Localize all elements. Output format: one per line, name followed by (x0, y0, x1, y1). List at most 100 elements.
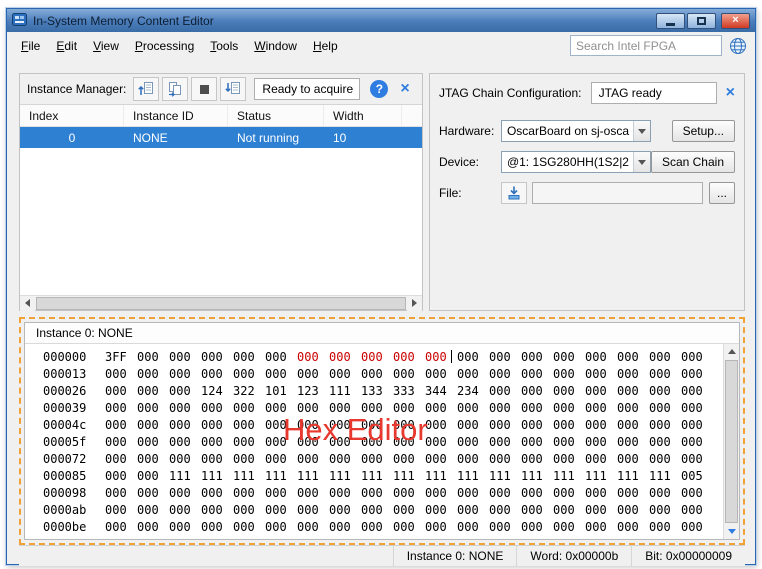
column-header-instance-id[interactable]: Instance ID (124, 105, 228, 126)
hex-word[interactable]: 000 (233, 486, 255, 500)
hex-word[interactable]: 111 (201, 469, 223, 483)
title-bar[interactable]: In-System Memory Content Editor × (7, 9, 755, 32)
hex-word[interactable]: 000 (201, 401, 223, 415)
hex-word[interactable]: 000 (201, 418, 223, 432)
hex-word[interactable]: 000 (425, 452, 447, 466)
load-file-button[interactable] (501, 182, 527, 204)
menu-item-view[interactable]: View (85, 35, 127, 57)
hex-word[interactable]: 000 (585, 503, 607, 517)
hex-word[interactable]: 111 (329, 469, 351, 483)
hex-word[interactable]: 000 (585, 401, 607, 415)
hex-word[interactable]: 000 (649, 418, 671, 432)
hex-word[interactable]: 000 (681, 367, 703, 381)
hex-word[interactable]: 000 (137, 384, 159, 398)
hex-word[interactable]: 111 (169, 469, 191, 483)
hex-editor-body[interactable]: 0000003FF0000000000000000000000000000000… (25, 344, 739, 539)
hex-word[interactable]: 000 (681, 350, 703, 364)
hex-word[interactable]: 000 (169, 384, 191, 398)
hex-word[interactable]: 000 (105, 503, 127, 517)
hex-word[interactable]: 000 (553, 384, 575, 398)
read-memory-button[interactable] (133, 77, 159, 101)
hex-word[interactable]: 000 (201, 503, 223, 517)
hex-word[interactable]: 101 (265, 384, 287, 398)
hex-word[interactable]: 000 (649, 452, 671, 466)
hex-word[interactable]: 000 (361, 350, 383, 364)
hex-word[interactable]: 000 (169, 452, 191, 466)
hex-word[interactable]: 000 (201, 452, 223, 466)
hex-word[interactable]: 000 (137, 350, 159, 364)
hex-word[interactable]: 000 (681, 503, 703, 517)
hex-word[interactable]: 000 (105, 520, 127, 534)
hex-word[interactable]: 000 (489, 452, 511, 466)
hex-word[interactable]: 000 (489, 503, 511, 517)
hex-word[interactable]: 111 (521, 469, 543, 483)
hex-word[interactable]: 123 (297, 384, 319, 398)
scroll-left-button[interactable] (20, 296, 35, 311)
hex-word[interactable]: 005 (681, 469, 703, 483)
hex-word[interactable]: 000 (681, 452, 703, 466)
hex-word[interactable]: 000 (553, 367, 575, 381)
hex-word[interactable]: 000 (105, 401, 127, 415)
hex-word[interactable]: 000 (233, 452, 255, 466)
hex-word[interactable]: 000 (265, 486, 287, 500)
hex-word[interactable]: 111 (617, 469, 639, 483)
hex-word[interactable]: 000 (105, 384, 127, 398)
hex-word[interactable]: 000 (393, 486, 415, 500)
hex-word[interactable]: 000 (521, 350, 543, 364)
hex-word[interactable]: 000 (265, 452, 287, 466)
hex-word[interactable]: 000 (425, 520, 447, 534)
hex-word[interactable]: 000 (649, 503, 671, 517)
hex-word[interactable]: 000 (521, 503, 543, 517)
browse-button[interactable]: ... (709, 182, 735, 204)
hex-word[interactable]: 000 (617, 452, 639, 466)
menu-item-processing[interactable]: Processing (127, 35, 202, 57)
hex-word[interactable]: 111 (457, 469, 479, 483)
hex-word[interactable]: 000 (457, 435, 479, 449)
hex-word[interactable]: 000 (521, 418, 543, 432)
hex-word[interactable]: 000 (649, 435, 671, 449)
menu-item-file[interactable]: File (13, 35, 48, 57)
hex-word[interactable]: 333 (393, 384, 415, 398)
hex-word[interactable]: 000 (457, 452, 479, 466)
hex-word[interactable]: 000 (265, 350, 287, 364)
hex-word[interactable]: 000 (297, 503, 319, 517)
hex-word[interactable]: 000 (265, 503, 287, 517)
hex-word[interactable]: 000 (361, 367, 383, 381)
jtag-close-button[interactable]: × (726, 85, 735, 101)
hex-word[interactable]: 000 (585, 520, 607, 534)
hex-word[interactable]: 000 (425, 486, 447, 500)
write-memory-button[interactable] (220, 77, 246, 101)
hex-word[interactable]: 000 (489, 435, 511, 449)
hex-word[interactable]: 000 (361, 452, 383, 466)
hex-word[interactable]: 000 (457, 486, 479, 500)
hex-word[interactable]: 111 (649, 469, 671, 483)
hex-word[interactable]: 000 (169, 503, 191, 517)
column-header-index[interactable]: Index (20, 105, 124, 126)
hex-word[interactable]: 000 (297, 452, 319, 466)
hex-word[interactable]: 000 (393, 350, 415, 364)
hex-word[interactable]: 000 (169, 367, 191, 381)
hex-word[interactable]: 111 (361, 469, 383, 483)
hex-word[interactable]: 111 (233, 469, 255, 483)
hex-word[interactable]: 000 (105, 452, 127, 466)
hex-word[interactable]: 000 (681, 435, 703, 449)
hex-word[interactable]: 111 (297, 469, 319, 483)
hex-word[interactable]: 000 (585, 384, 607, 398)
hardware-select[interactable]: OscarBoard on sj-osca (501, 120, 651, 142)
hex-word[interactable]: 000 (457, 367, 479, 381)
stop-button[interactable] (191, 77, 217, 101)
device-select[interactable]: @1: 1SG280HH(1S2|2 (501, 151, 651, 173)
hex-word[interactable]: 000 (137, 367, 159, 381)
hex-word[interactable]: 000 (649, 384, 671, 398)
hex-word[interactable]: 000 (649, 367, 671, 381)
hex-word[interactable]: 000 (233, 503, 255, 517)
hex-word[interactable]: 000 (521, 520, 543, 534)
search-input[interactable] (576, 39, 716, 53)
hex-word[interactable]: 000 (617, 486, 639, 500)
hex-word[interactable]: 000 (329, 503, 351, 517)
hex-word[interactable]: 000 (681, 401, 703, 415)
hex-word[interactable]: 000 (297, 350, 319, 364)
hex-word[interactable]: 000 (393, 503, 415, 517)
menu-item-help[interactable]: Help (305, 35, 346, 57)
column-header-width[interactable]: Width (324, 105, 402, 126)
